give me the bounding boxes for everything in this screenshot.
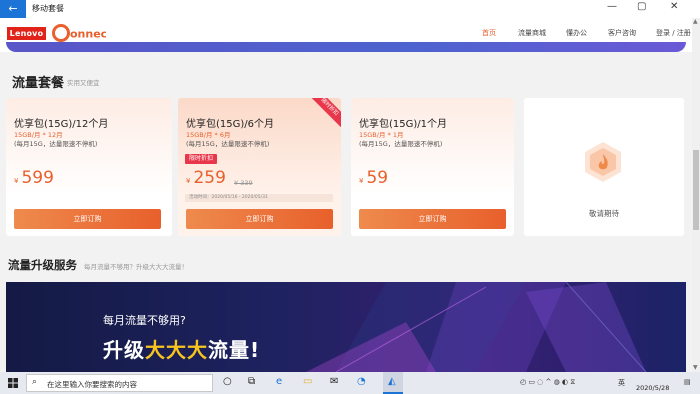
scroll-up-arrow-icon[interactable]: ▲ bbox=[693, 18, 698, 25]
package-card-12-months: 优享包(15G)/12个月 15GB/月 * 12月 (每月15G，达量限速不停… bbox=[6, 98, 172, 236]
tray-icons[interactable]: ◴ ▭ ◌ ^ ◍ ◐ ⧖ bbox=[520, 378, 575, 387]
maximize-button[interactable]: ▢ bbox=[637, 1, 646, 12]
package-price: ¥259 bbox=[186, 168, 226, 188]
order-button[interactable]: 立即订购 bbox=[359, 209, 506, 229]
promo-time: 活动时间：2020/05/16 - 2020/05/31 bbox=[185, 194, 333, 202]
mail-icon[interactable]: ✉ bbox=[330, 376, 338, 387]
coming-soon-label: 敬请期待 bbox=[589, 209, 619, 218]
back-button[interactable]: ← bbox=[0, 0, 26, 18]
taskbar-search-placeholder: 在这里输入你要搜索的内容 bbox=[47, 380, 137, 389]
lenovo-logo: Lenovo bbox=[7, 27, 46, 40]
svg-text:onnect: onnect bbox=[70, 28, 106, 41]
promo-headline: 升级大大大流量! bbox=[103, 338, 261, 362]
package-name: 优享包(15G)/6个月 bbox=[186, 119, 275, 130]
lenovo-connect-app-icon[interactable]: ◭ bbox=[388, 376, 396, 387]
upgrade-subtitle: 每月流量不够用？升级大大大流量！ bbox=[84, 263, 188, 271]
packages-subtitle: 实用又便宜 bbox=[67, 79, 100, 87]
package-card-6-months: 限时折扣 优享包(15G)/6个月 15GB/月 * 6月 (每月15G，达量限… bbox=[178, 98, 341, 236]
taskbar-search-box[interactable]: ⌕ 在这里输入你要搜索的内容 bbox=[26, 374, 213, 392]
scroll-thumb[interactable] bbox=[693, 150, 699, 230]
windows-start-icon[interactable] bbox=[8, 378, 18, 388]
connect-logo: onnect bbox=[52, 24, 106, 42]
app-icon[interactable]: ◔ bbox=[357, 376, 366, 387]
package-desc: (每月15G，达量限速不停机) bbox=[186, 140, 270, 148]
package-card-1-month: 优享包(15G)/1个月 15GB/月 * 1月 (每月15G，达量限速不停机)… bbox=[351, 98, 514, 236]
nav-login-register[interactable]: 登录 / 注册 bbox=[656, 28, 691, 38]
limited-discount-tag: 限时折扣 bbox=[185, 154, 218, 164]
hexagon-flame-icon bbox=[585, 142, 621, 182]
task-view-icon[interactable]: ⧉ bbox=[248, 376, 255, 387]
package-price: ¥599 bbox=[14, 168, 54, 188]
edge-browser-icon[interactable]: e bbox=[276, 376, 282, 387]
nav-office[interactable]: 懂办公 bbox=[566, 28, 587, 38]
promo-question: 每月流量不够用? bbox=[103, 314, 186, 327]
package-name: 优享包(15G)/12个月 bbox=[14, 119, 109, 130]
window-titlebar: ← 移动套餐 — ▢ ✕ bbox=[0, 0, 700, 18]
package-card-coming-soon: 敬请期待 bbox=[524, 98, 684, 236]
package-desc: (每月15G，达量限速不停机) bbox=[14, 140, 98, 148]
upgrade-promo-banner[interactable]: 每月流量不够用? 升级大大大流量! bbox=[6, 282, 686, 372]
nav-customer-service[interactable]: 客户咨询 bbox=[608, 28, 636, 38]
nav-data-store[interactable]: 流量商城 bbox=[518, 28, 546, 38]
taskbar-date[interactable]: 2020/5/28 bbox=[636, 384, 669, 392]
package-desc: (每月15G，达量限速不停机) bbox=[359, 140, 443, 148]
package-price: ¥59 bbox=[359, 168, 389, 188]
notification-icon[interactable]: ▤ bbox=[684, 378, 691, 386]
cortana-icon[interactable]: ○ bbox=[223, 376, 232, 387]
close-button[interactable]: ✕ bbox=[670, 1, 678, 12]
window-title: 移动套餐 bbox=[32, 4, 64, 13]
file-explorer-icon[interactable]: ▭ bbox=[303, 376, 312, 387]
search-icon: ⌕ bbox=[32, 377, 38, 387]
upgrade-title: 流量升级服务 bbox=[8, 258, 77, 272]
minimize-button[interactable]: — bbox=[607, 1, 617, 12]
scroll-down-arrow-icon[interactable]: ▼ bbox=[693, 364, 698, 371]
banner-strip bbox=[6, 42, 686, 52]
ime-indicator[interactable]: 英 bbox=[618, 378, 625, 388]
original-price: ¥ 339 bbox=[234, 179, 253, 187]
nav-home[interactable]: 首页 bbox=[482, 28, 496, 38]
order-button[interactable]: 立即订购 bbox=[14, 209, 161, 229]
windows-taskbar: ⌕ 在这里输入你要搜索的内容 ○ ⧉ e ▭ ✉ ◔ ◭ ◴ ▭ ◌ ^ ◍ ◐… bbox=[0, 372, 700, 394]
order-button[interactable]: 立即订购 bbox=[186, 209, 333, 229]
packages-title: 流量套餐 bbox=[12, 76, 65, 91]
package-name: 优享包(15G)/1个月 bbox=[359, 119, 448, 130]
